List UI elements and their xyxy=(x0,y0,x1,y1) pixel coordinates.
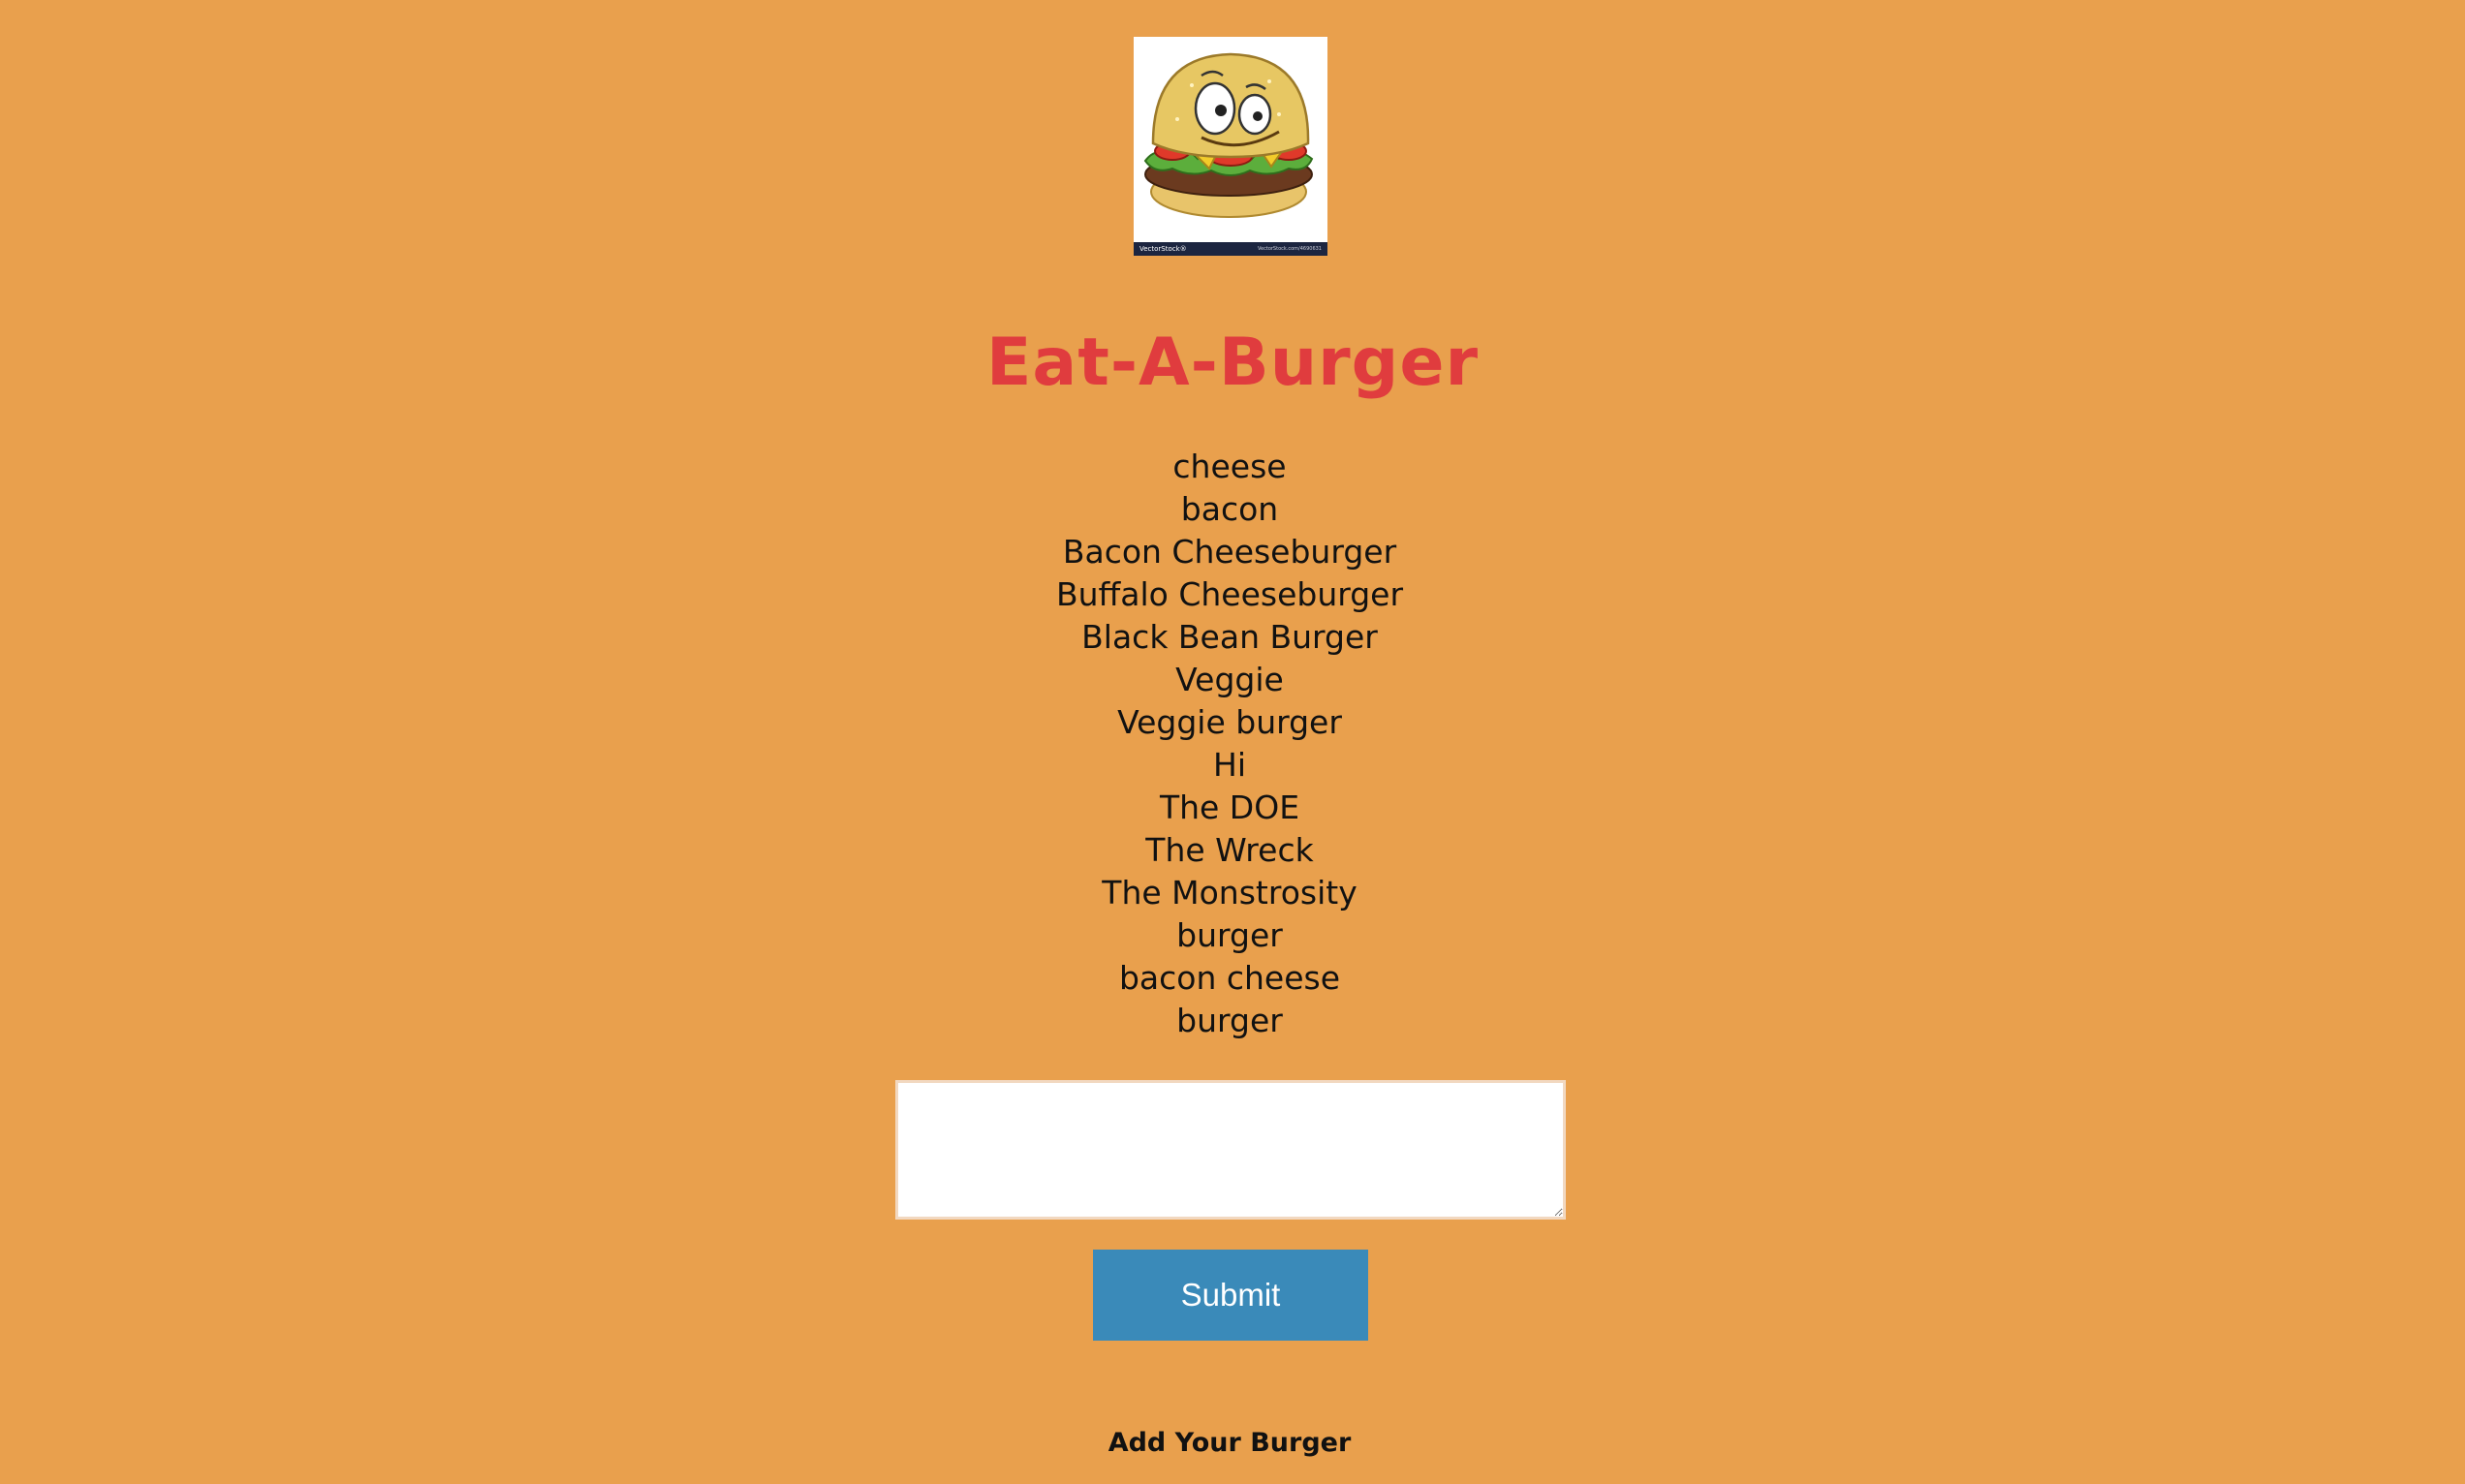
watermark-left: VectorStock® xyxy=(1139,245,1187,253)
submit-button[interactable]: Submit xyxy=(1093,1250,1368,1341)
burger-item: The DOE xyxy=(1159,788,1300,826)
logo-watermark-strip: VectorStock® VectorStock.com/4690631 xyxy=(1134,242,1327,256)
add-your-burger-label: Add Your Burger xyxy=(1108,1428,1352,1458)
burger-item: Veggie burger xyxy=(1117,703,1342,741)
cartoon-burger-icon xyxy=(1143,52,1314,218)
burger-item: bacon xyxy=(1180,490,1279,528)
burger-item: bacon cheese xyxy=(1118,959,1341,997)
burger-item: Hi xyxy=(1213,746,1246,784)
burger-list: cheese bacon Bacon Cheeseburger Buffalo … xyxy=(0,446,2459,1042)
page-title: Eat-A-Burger xyxy=(985,325,1480,401)
watermark-right: VectorStock.com/4690631 xyxy=(1258,246,1322,252)
burger-item: Bacon Cheeseburger xyxy=(1062,533,1397,571)
burger-name-input[interactable] xyxy=(895,1080,1566,1220)
burger-item: Veggie xyxy=(1175,661,1284,698)
burger-item: cheese xyxy=(1172,448,1287,485)
burger-item: burger xyxy=(1176,1002,1283,1039)
burger-logo-image: VectorStock® VectorStock.com/4690631 xyxy=(1134,37,1327,256)
burger-item: burger xyxy=(1176,916,1283,954)
burger-item: Buffalo Cheeseburger xyxy=(1055,575,1404,613)
burger-item: Black Bean Burger xyxy=(1081,618,1378,656)
burger-item: The Wreck xyxy=(1145,831,1314,869)
page: VectorStock® VectorStock.com/4690631 Eat… xyxy=(0,0,2465,1484)
burger-item: The Monstrosity xyxy=(1102,874,1357,912)
